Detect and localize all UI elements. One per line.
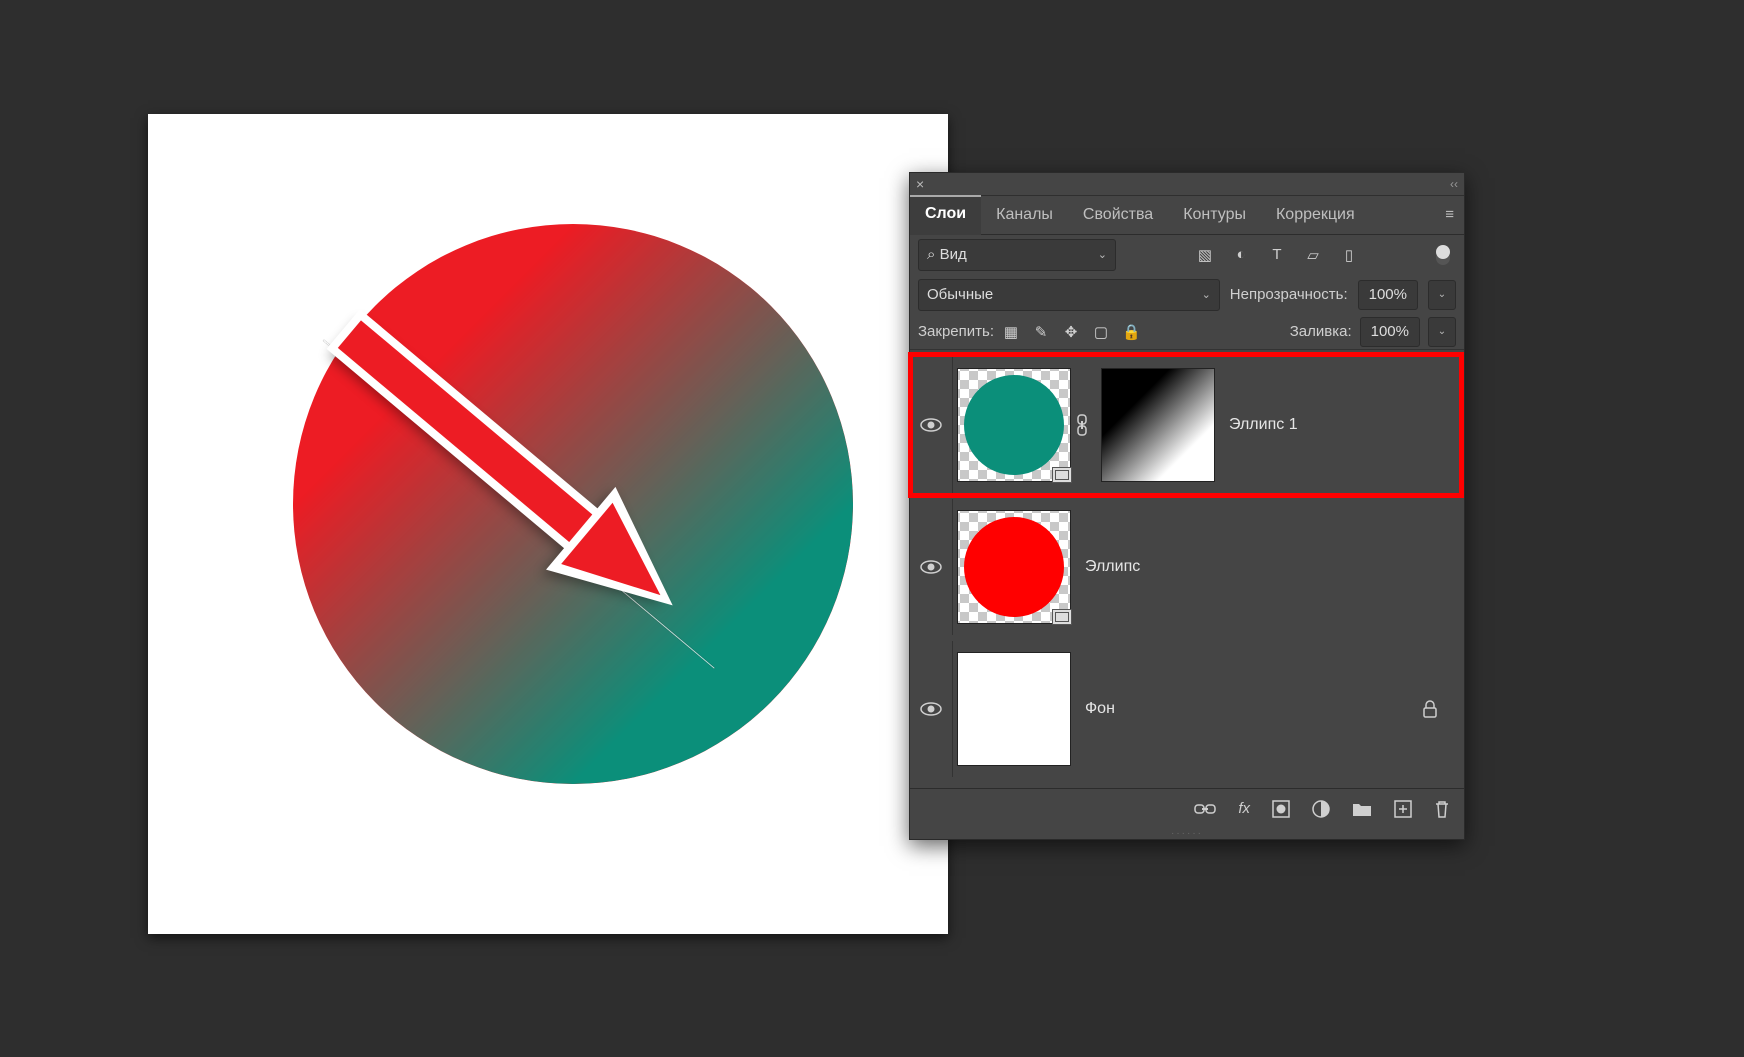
- new-adjustment-icon[interactable]: [1312, 800, 1330, 818]
- layer-thumbnail[interactable]: [957, 652, 1071, 766]
- layer-name[interactable]: Эллипс: [1075, 558, 1456, 576]
- blend-mode-select[interactable]: Обычные ⌄: [918, 279, 1220, 311]
- search-icon: ⌕: [927, 246, 935, 263]
- kind-filter-select[interactable]: ⌕ Вид ⌄: [918, 239, 1116, 271]
- shape-badge-icon: [1052, 609, 1072, 625]
- new-layer-icon[interactable]: [1394, 800, 1412, 818]
- panel-footer: fx: [910, 788, 1464, 829]
- visibility-toggle[interactable]: [910, 499, 953, 635]
- filter-type-icon[interactable]: T: [1268, 246, 1286, 264]
- mask-link-icon[interactable]: [1075, 414, 1097, 436]
- add-mask-icon[interactable]: [1272, 800, 1290, 818]
- layer-mask-thumbnail[interactable]: [1101, 368, 1215, 482]
- eye-icon: [920, 559, 942, 575]
- fill-label: Заливка:: [1290, 323, 1352, 340]
- filter-toggle[interactable]: [1436, 245, 1450, 259]
- fill-stepper[interactable]: ⌄: [1428, 317, 1456, 347]
- panel-header: × ‹‹: [910, 173, 1464, 196]
- lock-transparent-icon[interactable]: ▦: [1002, 323, 1020, 341]
- tab-properties[interactable]: Свойства: [1068, 196, 1168, 234]
- layer-row[interactable]: Эллипс 1: [910, 354, 1462, 496]
- opacity-stepper[interactable]: ⌄: [1428, 280, 1456, 310]
- tab-paths[interactable]: Контуры: [1168, 196, 1261, 234]
- opacity-label: Непрозрачность:: [1230, 286, 1348, 303]
- lock-artboard-icon[interactable]: ▢: [1092, 323, 1110, 341]
- delete-layer-icon[interactable]: [1434, 800, 1450, 818]
- document-canvas[interactable]: ＋: [148, 114, 948, 934]
- close-icon[interactable]: ×: [916, 176, 924, 192]
- filter-smart-icon[interactable]: ▯: [1340, 246, 1358, 264]
- lock-pixels-icon[interactable]: ✎: [1032, 323, 1050, 341]
- blend-mode-value: Обычные: [927, 286, 993, 303]
- eye-icon: [920, 417, 942, 433]
- blend-row: Обычные ⌄ Непрозрачность: 100% ⌄: [910, 275, 1464, 315]
- tab-channels[interactable]: Каналы: [981, 196, 1068, 234]
- new-group-icon[interactable]: [1352, 801, 1372, 817]
- layer-row[interactable]: Эллипс: [910, 496, 1462, 638]
- lock-label: Закрепить:: [918, 323, 994, 340]
- lock-icon[interactable]: [1422, 700, 1456, 718]
- panel-tabs: Слои Каналы Свойства Контуры Коррекция ≡: [910, 196, 1464, 235]
- lock-row: Закрепить: ▦ ✎ ✥ ▢ 🔒 Заливка: 100% ⌄: [910, 315, 1464, 350]
- layer-row[interactable]: Фон: [910, 638, 1462, 780]
- chevron-down-icon: ⌄: [1202, 288, 1211, 301]
- tab-adjust[interactable]: Коррекция: [1261, 196, 1370, 234]
- layers-panel: × ‹‹ Слои Каналы Свойства Контуры Коррек…: [909, 172, 1465, 840]
- annotation-arrow: [318, 302, 758, 742]
- tab-layers[interactable]: Слои: [910, 195, 981, 235]
- visibility-toggle[interactable]: [910, 641, 953, 777]
- filter-pixel-icon[interactable]: ▧: [1196, 246, 1214, 264]
- layer-name[interactable]: Эллипс 1: [1219, 416, 1456, 434]
- layer-thumbnail[interactable]: [957, 510, 1071, 624]
- filter-row: ⌕ Вид ⌄ ▧ ◐ T ▱ ▯: [910, 235, 1464, 275]
- resize-grip[interactable]: ······: [910, 829, 1464, 839]
- panel-menu-icon[interactable]: ≡: [1435, 206, 1464, 223]
- opacity-field[interactable]: 100%: [1358, 280, 1418, 310]
- lock-position-icon[interactable]: ✥: [1062, 323, 1080, 341]
- layer-fx-icon[interactable]: fx: [1238, 800, 1250, 817]
- artwork: ＋: [148, 114, 948, 934]
- visibility-toggle[interactable]: [910, 357, 953, 493]
- link-layers-icon[interactable]: [1194, 802, 1216, 816]
- layer-thumbnail[interactable]: [957, 368, 1071, 482]
- lock-all-icon[interactable]: 🔒: [1122, 323, 1140, 341]
- shape-badge-icon: [1052, 467, 1072, 483]
- eye-icon: [920, 701, 942, 717]
- filter-shape-icon[interactable]: ▱: [1304, 246, 1322, 264]
- chevron-down-icon: ⌄: [1098, 248, 1107, 261]
- layer-name[interactable]: Фон: [1075, 700, 1418, 718]
- fill-field[interactable]: 100%: [1360, 317, 1420, 347]
- collapse-icon[interactable]: ‹‹: [1450, 177, 1458, 191]
- kind-filter-label: Вид: [940, 246, 967, 263]
- layer-list: Эллипс 1 Эллипс Фон: [910, 350, 1464, 788]
- filter-adjust-icon[interactable]: ◐: [1232, 246, 1250, 264]
